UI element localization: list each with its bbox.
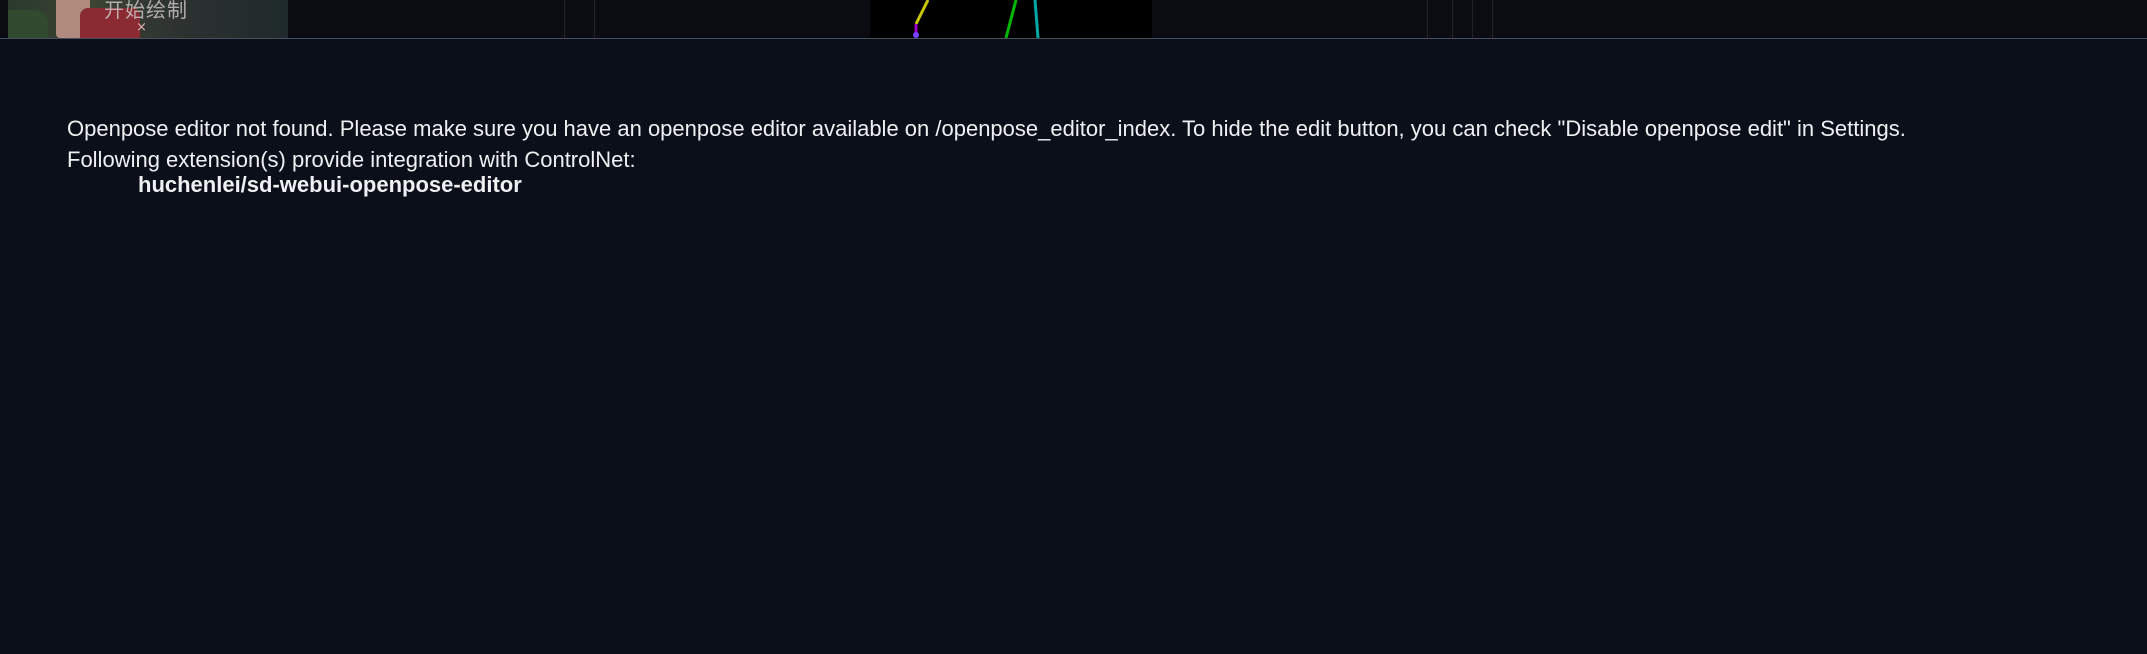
extension-list: huchenlei/sd-webui-openpose-editor <box>67 171 1906 199</box>
panel-divider <box>1452 0 1453 38</box>
top-image-strip: 开始绘制 × <box>0 0 2147 39</box>
panel-divider <box>564 0 565 38</box>
openpose-skeleton-icon <box>913 0 1040 38</box>
panel-divider <box>1472 0 1473 38</box>
thumbnail-foliage <box>8 10 48 38</box>
image-thumbnail[interactable]: 开始绘制 × <box>8 0 288 38</box>
panel-divider <box>1492 0 1493 38</box>
openpose-notice: Openpose editor not found. Please make s… <box>67 113 1906 199</box>
close-icon[interactable]: × <box>136 20 147 35</box>
extension-item: huchenlei/sd-webui-openpose-editor <box>138 172 522 197</box>
editor-not-found-message: Openpose editor not found. Please make s… <box>67 116 1906 141</box>
panel-divider <box>594 0 595 38</box>
panel-divider <box>1427 0 1428 38</box>
openpose-preview <box>870 0 1152 38</box>
